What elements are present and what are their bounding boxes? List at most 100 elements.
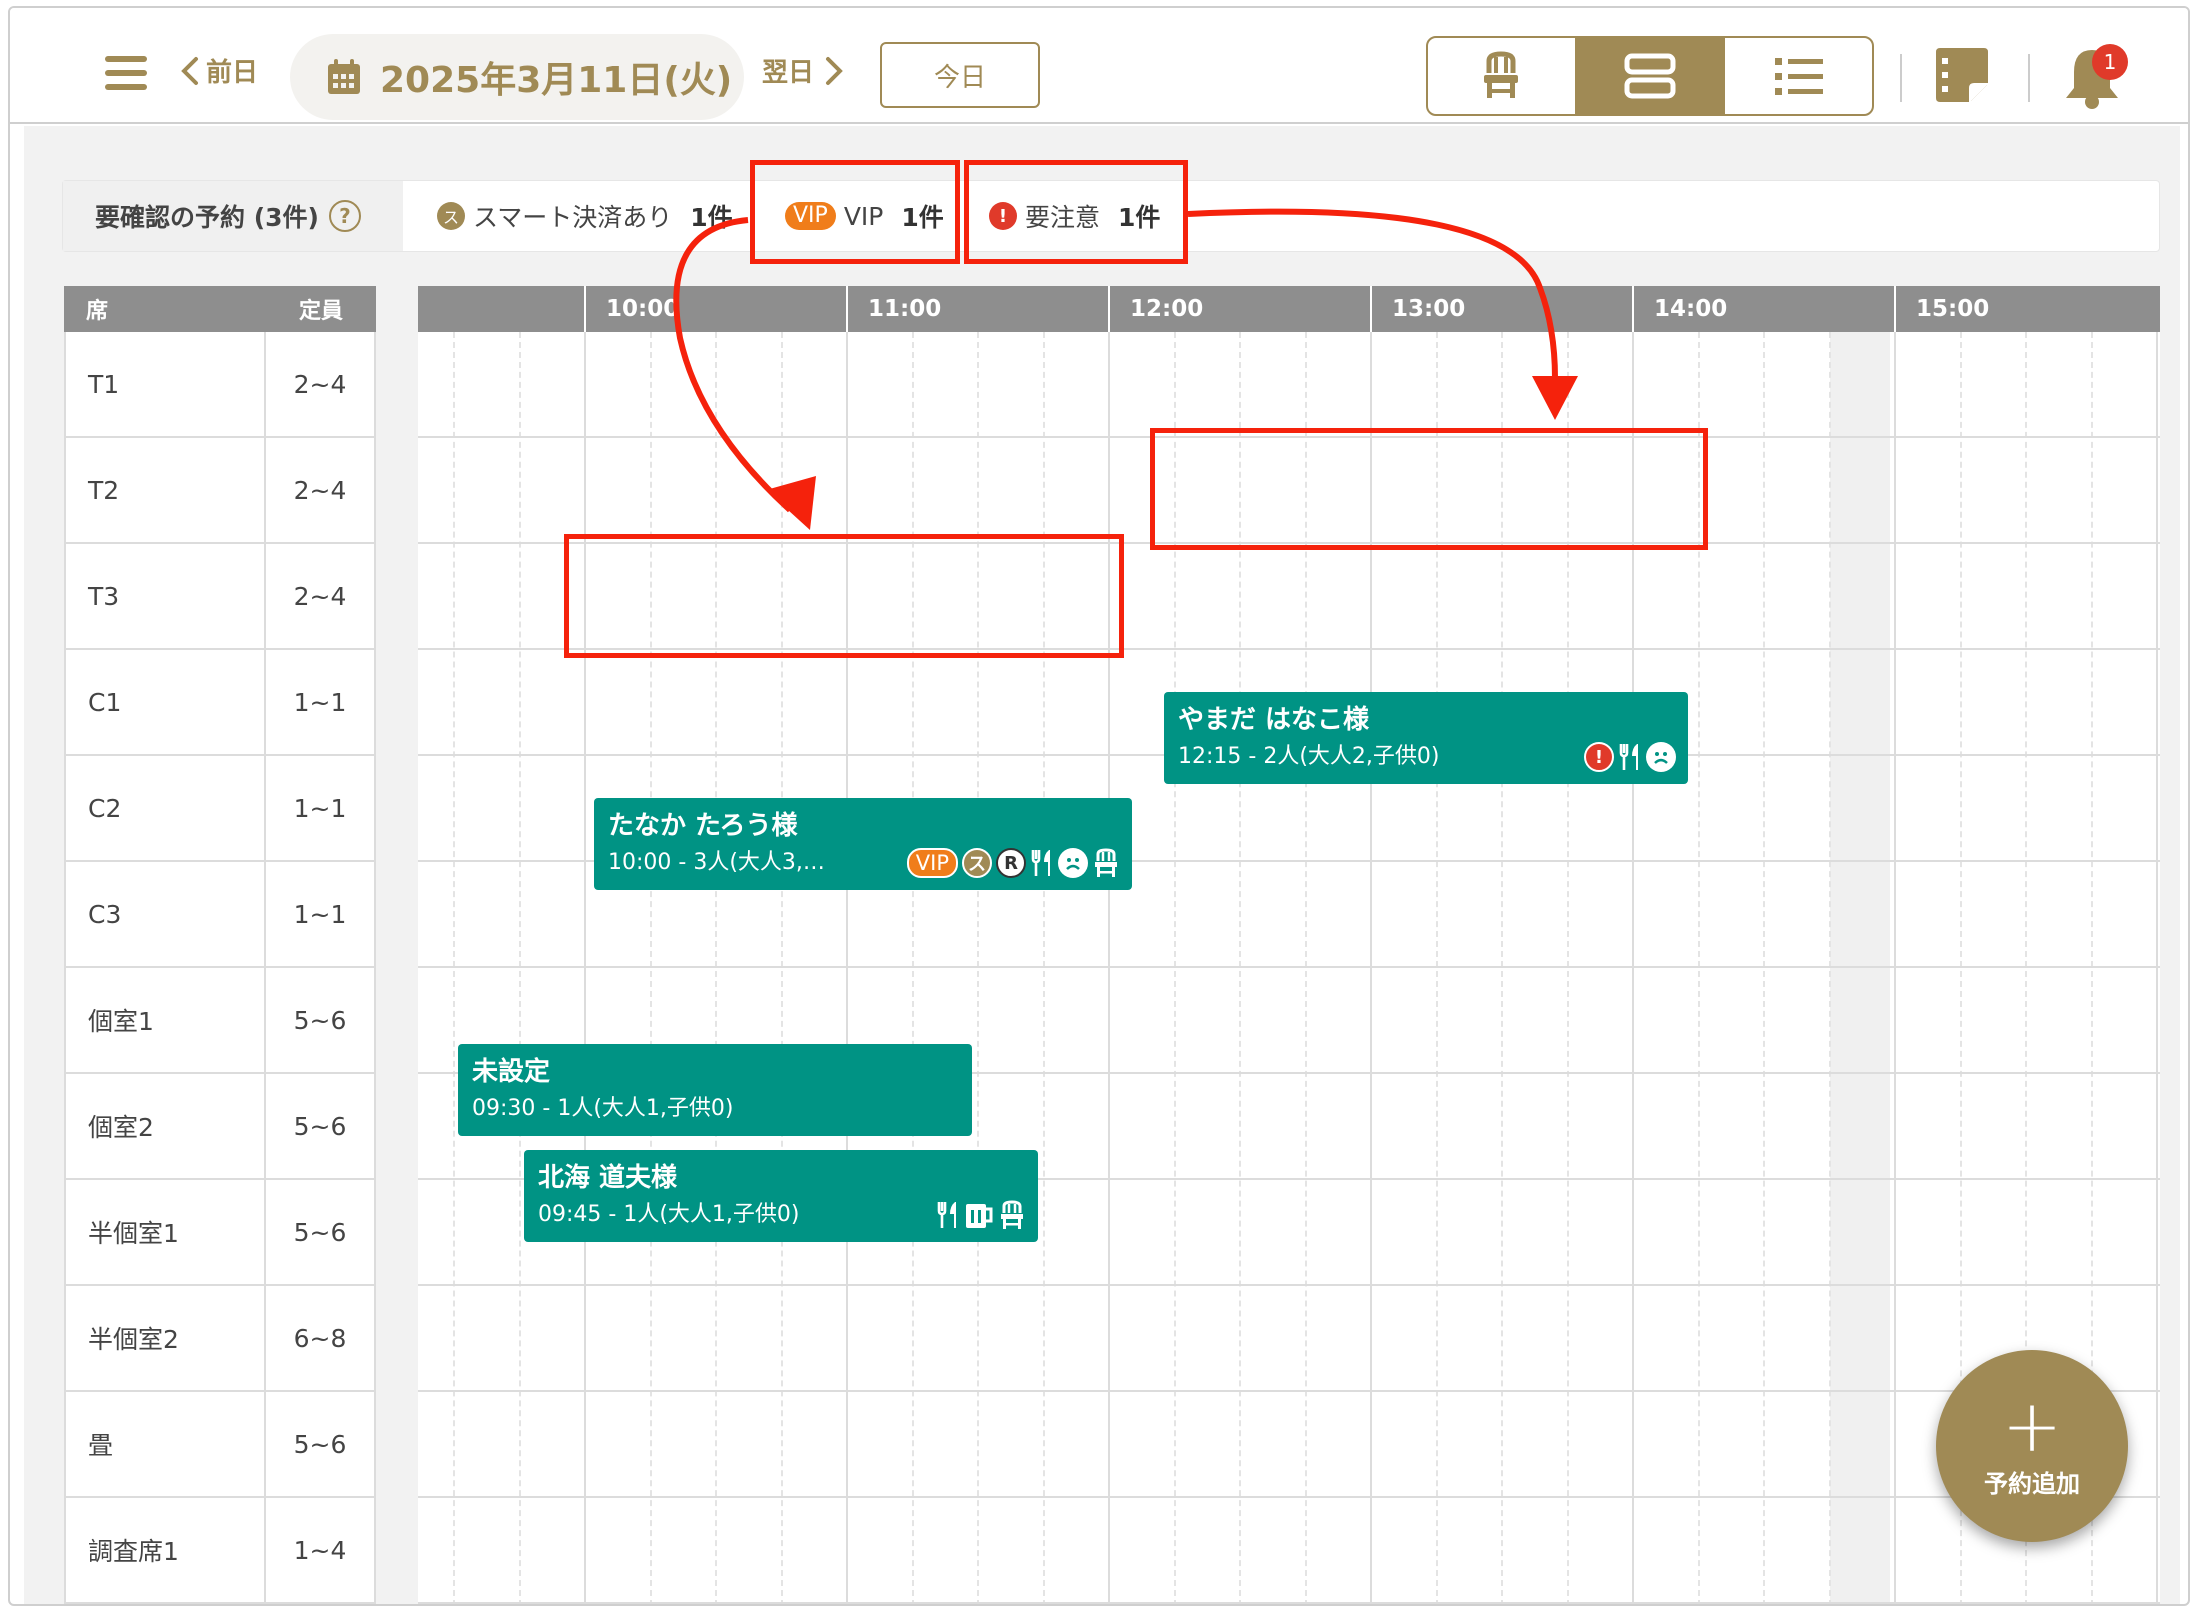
seat-name: T2 — [64, 438, 266, 542]
sad-face-icon — [1646, 742, 1676, 772]
seat-row[interactable]: 半個室1 5~6 — [64, 1180, 376, 1286]
seat-header-name: 席 — [86, 299, 109, 324]
app-window: 前日 2025年3月11日(火) 翌日 今日 1 要確認の予約 (3件) ? ス… — [8, 6, 2190, 1606]
seat-capacity: 1~4 — [266, 1498, 376, 1602]
reservation-card[interactable]: たなか たろう様 10:00 - 3人(大人3,… VIP ス R — [594, 798, 1132, 890]
reservation-name: 未設定 — [472, 1057, 551, 1087]
highlight-reservation-yamada — [1150, 428, 1708, 550]
seat-capacity: 5~6 — [266, 968, 376, 1072]
next-day-label: 翌日 — [762, 58, 815, 88]
seat-capacity: 5~6 — [266, 1180, 376, 1284]
reservation-detail-text: 12:15 - 2人(大人2,子供0) — [1178, 744, 1440, 769]
seat-name: 半個室2 — [64, 1286, 266, 1390]
reservation-name: たなか たろう様 — [608, 811, 798, 841]
seat-name: 畳 — [64, 1392, 266, 1496]
chair-icon — [1092, 848, 1120, 878]
timeline-row[interactable] — [418, 1286, 2160, 1392]
cutlery-icon — [936, 1200, 960, 1230]
seat-capacity: 2~4 — [266, 544, 376, 648]
prev-day-button[interactable]: 前日 — [180, 52, 258, 89]
filter-smart-pay[interactable]: ス スマート決済あり 1件 — [437, 181, 733, 251]
reservation-icons: VIP ス R — [906, 848, 1120, 878]
divider — [2028, 54, 2030, 102]
date-picker[interactable]: 2025年3月11日(火) — [290, 34, 744, 120]
seat-table-header: 席 定員 — [64, 286, 376, 332]
highlight-vip-filter — [750, 160, 960, 264]
reservation-card[interactable]: やまだ はなこ様 12:15 - 2人(大人2,子供0) ! — [1164, 692, 1688, 784]
hour-label: 15:00 — [1894, 286, 2156, 332]
prev-day-label: 前日 — [206, 58, 259, 88]
chevron-right-icon — [826, 56, 843, 85]
seat-row[interactable]: 畳 5~6 — [64, 1392, 376, 1498]
seat-row[interactable]: C1 1~1 — [64, 650, 376, 756]
chair-icon — [1484, 51, 1519, 98]
r-icon: R — [996, 848, 1026, 878]
hour-label: 10:00 — [584, 286, 846, 332]
hour-label: 12:00 — [1108, 286, 1370, 332]
seat-row[interactable]: T2 2~4 — [64, 438, 376, 544]
help-icon[interactable]: ? — [328, 200, 361, 232]
reservation-detail-text: 09:45 - 1人(大人1,子供0) — [538, 1202, 800, 1227]
seat-capacity: 6~8 — [266, 1286, 376, 1390]
seat-row[interactable]: T1 2~4 — [64, 332, 376, 438]
smart-pay-label: スマート決済あり — [473, 203, 673, 232]
reservation-detail-text: 10:00 - 3人(大人3,… — [608, 850, 825, 875]
reservation-card[interactable]: 北海 道夫様 09:45 - 1人(大人1,子供0) — [524, 1150, 1038, 1242]
seat-row[interactable]: C2 1~1 — [64, 756, 376, 862]
seat-name: C2 — [64, 756, 266, 860]
add-reservation-label: 予約追加 — [1984, 1469, 2080, 1498]
needs-check-text: 要確認の予約 (3件) — [95, 203, 319, 232]
reservation-icons: ! — [1584, 742, 1676, 772]
seat-header-capacity: 定員 — [298, 299, 343, 324]
seat-capacity: 1~1 — [266, 650, 376, 754]
seat-capacity: 1~1 — [266, 862, 376, 966]
menu-button[interactable] — [105, 56, 147, 90]
seat-row[interactable]: 個室1 5~6 — [64, 968, 376, 1074]
memo-button[interactable] — [1934, 46, 1990, 108]
reservation-detail: 09:30 - 1人(大人1,子供0) — [472, 1090, 958, 1128]
date-label: 2025年3月11日(火) — [380, 60, 733, 101]
divider — [1900, 54, 1902, 102]
highlight-caution-filter — [964, 160, 1188, 264]
seat-row[interactable]: C3 1~1 — [64, 862, 376, 968]
seat-row[interactable]: T3 2~4 — [64, 544, 376, 650]
list-icon — [1774, 58, 1823, 95]
add-reservation-button[interactable]: + 予約追加 — [1936, 1350, 2128, 1542]
seat-name: 調査席1 — [64, 1498, 266, 1602]
seat-capacity: 1~1 — [266, 756, 376, 860]
seat-capacity: 5~6 — [266, 1074, 376, 1178]
smart-pay-icon: ス — [962, 848, 992, 878]
seat-view-button[interactable] — [1428, 38, 1577, 114]
seat-capacity: 5~6 — [266, 1392, 376, 1496]
seat-row[interactable]: 半個室2 6~8 — [64, 1286, 376, 1392]
timeline-view-button[interactable] — [1576, 38, 1726, 114]
plus-icon: + — [2001, 1383, 2063, 1468]
hour-label: 13:00 — [1370, 286, 1632, 332]
warning-icon: ! — [1584, 742, 1614, 772]
reservation-card[interactable]: 未設定 09:30 - 1人(大人1,子供0) — [458, 1044, 972, 1136]
timeline-row[interactable] — [418, 1392, 2160, 1498]
memo-icon — [1936, 48, 1988, 102]
highlight-reservation-tanaka — [564, 534, 1124, 658]
next-day-button[interactable]: 翌日 — [762, 52, 844, 89]
timeline-row[interactable] — [418, 1498, 2160, 1604]
cutlery-icon — [1030, 848, 1054, 878]
notification-badge: 1 — [2092, 44, 2128, 80]
view-toggle — [1426, 36, 1874, 116]
header: 前日 2025年3月11日(火) 翌日 今日 1 — [10, 8, 2188, 124]
reservation-icons — [936, 1200, 1026, 1230]
hour-label: 11:00 — [846, 286, 1108, 332]
cutlery-icon — [1618, 742, 1642, 772]
smart-pay-count: 1件 — [690, 203, 733, 232]
seat-name: 個室1 — [64, 968, 266, 1072]
seat-name: C1 — [64, 650, 266, 754]
seat-row[interactable]: 調査席1 1~4 — [64, 1498, 376, 1604]
seat-row[interactable]: 個室2 5~6 — [64, 1074, 376, 1180]
reservation-name: やまだ はなこ様 — [1178, 705, 1370, 735]
seat-name: T1 — [64, 332, 266, 436]
timeline-row[interactable] — [418, 332, 2160, 438]
today-button[interactable]: 今日 — [880, 42, 1040, 108]
seat-name: 個室2 — [64, 1074, 266, 1178]
needs-check-label: 要確認の予約 (3件) ? — [63, 181, 403, 251]
list-view-button[interactable] — [1725, 38, 1872, 114]
